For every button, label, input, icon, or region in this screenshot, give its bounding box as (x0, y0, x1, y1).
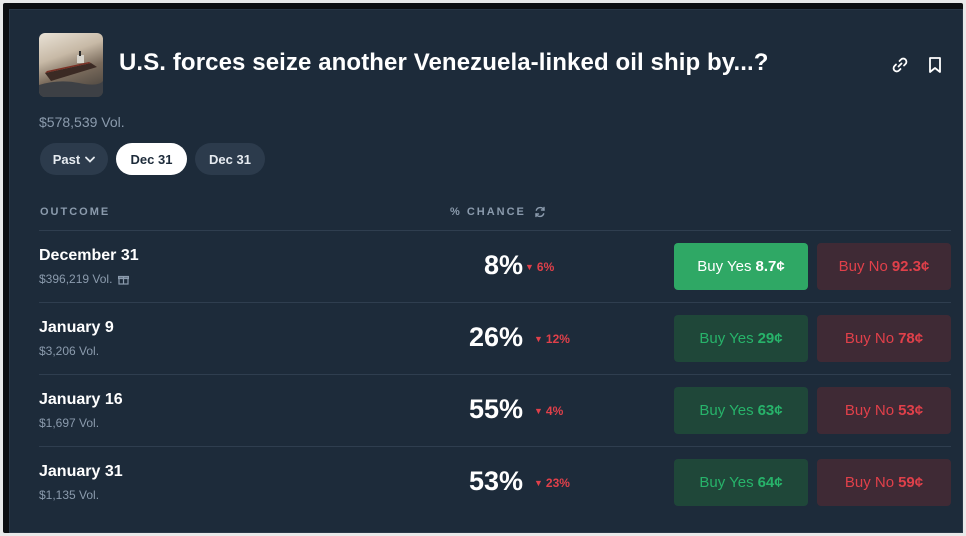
yes-price: 64¢ (757, 474, 783, 491)
buy-yes-label: Buy Yes (699, 330, 754, 347)
outcome-date: December 31 (39, 247, 139, 264)
down-arrow-icon: ▼ (534, 406, 543, 416)
market-card: U.S. forces seize another Venezuela-link… (9, 9, 963, 533)
outcome-volume-text: $396,219 Vol. (39, 272, 113, 286)
chance-delta-value: 6% (536, 260, 555, 274)
chance-delta-value: 23% (545, 476, 570, 490)
down-arrow-icon: ▼ (525, 262, 534, 272)
buy-yes-button[interactable]: Buy Yes 29¢ (674, 315, 808, 362)
chance-delta: ▼ 12% (534, 332, 570, 346)
date-pill-active[interactable]: Dec 31 (116, 143, 187, 175)
buy-yes-label: Buy Yes (699, 474, 754, 491)
bookmark-icon[interactable] (924, 54, 946, 76)
app-frame: U.S. forces seize another Venezuela-link… (3, 3, 963, 533)
chance-delta: ▼ 23% (534, 476, 570, 490)
chance-delta: ▼ 4% (534, 404, 563, 418)
market-title: U.S. forces seize another Venezuela-link… (119, 49, 769, 76)
down-arrow-icon: ▼ (534, 478, 543, 488)
outcome-row[interactable]: December 31 $396,219 Vol. 8% ▼ 6% Buy Ye… (39, 230, 951, 302)
buy-no-button[interactable]: Buy No 78¢ (817, 315, 951, 362)
no-price: 53¢ (898, 402, 924, 419)
buy-no-label: Buy No (844, 474, 895, 491)
past-label: Past (52, 151, 81, 167)
buy-yes-label: Buy Yes (699, 402, 754, 419)
outcome-row[interactable]: January 9 $3,206 Vol. 26% ▼ 12% Buy Yes … (39, 302, 951, 374)
gift-icon (118, 274, 130, 285)
chance-delta-value: 4% (545, 404, 564, 418)
buy-no-label: Buy No (844, 330, 895, 347)
past-dropdown[interactable]: Past (40, 143, 108, 175)
chance-value: 8% (483, 250, 523, 280)
buy-yes-label: Buy Yes (697, 258, 752, 275)
down-arrow-icon: ▼ (534, 334, 543, 344)
buy-no-label: Buy No (844, 402, 895, 419)
outcome-date: January 31 (39, 463, 123, 480)
outcome-header: OUTCOME (40, 206, 111, 218)
market-image (39, 33, 103, 97)
chevron-down-icon (85, 156, 96, 163)
chance-delta: ▼ 6% (525, 260, 554, 274)
outcome-date: January 16 (39, 391, 123, 408)
buy-yes-button[interactable]: Buy Yes 63¢ (674, 387, 808, 434)
buy-no-label: Buy No (838, 258, 888, 275)
outcome-date: January 9 (39, 319, 114, 336)
yes-price: 8.7¢ (755, 258, 785, 275)
outcome-volume: $3,206 Vol. (39, 344, 99, 358)
buy-no-button[interactable]: Buy No 59¢ (817, 459, 951, 506)
chance-value: 26% (468, 322, 523, 352)
refresh-icon[interactable] (534, 206, 546, 218)
buy-no-button[interactable]: Buy No 92.3¢ (817, 243, 951, 290)
buy-no-button[interactable]: Buy No 53¢ (817, 387, 951, 434)
chance-value: 55% (468, 394, 523, 424)
yes-price: 29¢ (757, 330, 783, 347)
date-pill[interactable]: Dec 31 (195, 143, 265, 175)
outcome-row[interactable]: January 16 $1,697 Vol. 55% ▼ 4% Buy Yes … (39, 374, 951, 446)
chance-header: % CHANCE (450, 206, 546, 218)
total-volume: $578,539 Vol. (39, 114, 125, 130)
outcome-volume: $396,219 Vol. (39, 272, 130, 286)
outcome-volume-text: $1,697 Vol. (39, 416, 100, 430)
buy-yes-button[interactable]: Buy Yes 64¢ (674, 459, 808, 506)
no-price: 78¢ (898, 330, 924, 347)
outcome-volume-text: $3,206 Vol. (39, 344, 100, 358)
link-icon[interactable] (889, 54, 911, 76)
outcome-volume: $1,697 Vol. (39, 416, 99, 430)
chance-header-label: % CHANCE (450, 206, 526, 218)
buy-yes-button[interactable]: Buy Yes 8.7¢ (674, 243, 808, 290)
outcome-volume-text: $1,135 Vol. (39, 488, 100, 502)
no-price: 92.3¢ (891, 258, 930, 275)
outcome-row[interactable]: January 31 $1,135 Vol. 53% ▼ 23% Buy Yes… (39, 446, 951, 518)
chance-delta-value: 12% (545, 332, 570, 346)
chance-value: 53% (468, 466, 523, 496)
no-price: 59¢ (898, 474, 924, 491)
yes-price: 63¢ (757, 402, 783, 419)
outcome-volume: $1,135 Vol. (39, 488, 99, 502)
